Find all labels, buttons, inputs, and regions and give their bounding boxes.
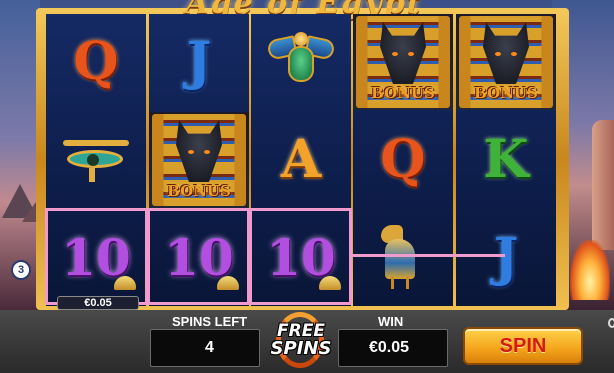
eye-of-horus-icon — [59, 140, 133, 182]
falcon-icon — [375, 225, 431, 291]
symbol-bonus: BONUS — [149, 112, 249, 208]
spins-left-label: SPINS LEFT — [172, 314, 248, 329]
anubis-icon: BONUS — [459, 16, 553, 108]
symbol-scarab — [251, 14, 351, 110]
fan-icon — [217, 276, 239, 290]
bonus-label: BONUS — [371, 84, 435, 102]
bonus-label: BONUS — [474, 84, 538, 102]
win-value: €0.05 — [369, 339, 410, 356]
fan-icon — [114, 276, 136, 290]
bonus-label: BONUS — [167, 182, 231, 200]
symbol-a-label: A — [280, 129, 322, 190]
spins-left-display: 4 — [150, 329, 260, 367]
symbol-ten-label: 10 — [164, 228, 234, 287]
symbol-j-label: J — [493, 227, 519, 288]
symbol-ten-label: 10 — [266, 228, 336, 287]
reel-4: BONUS Q — [353, 14, 453, 306]
symbol-k: K — [456, 112, 556, 208]
reel-1: Q 10 — [46, 14, 146, 306]
payline — [352, 254, 505, 257]
symbol-ten: 10 — [149, 210, 249, 306]
symbol-j: J — [456, 210, 556, 306]
win-label: WIN — [378, 314, 404, 329]
free-spins-line2: SPINS — [270, 337, 332, 359]
symbol-a: A — [251, 112, 351, 208]
reel-5: BONUS K J — [456, 14, 556, 306]
symbol-falcon — [353, 210, 453, 306]
spin-button[interactable]: SPIN — [463, 327, 583, 365]
symbol-ten: 10 — [46, 210, 146, 306]
fan-icon — [319, 276, 341, 290]
symbol-eye-of-horus — [46, 112, 146, 208]
torch-fire-image — [570, 240, 610, 300]
symbol-q-label: Q — [380, 129, 426, 190]
reel-2: J BONUS 10 — [149, 14, 249, 306]
anubis-icon: BONUS — [152, 114, 246, 206]
scarab-icon — [266, 32, 336, 92]
symbol-j-label: J — [186, 31, 212, 92]
menu-icon[interactable] — [608, 318, 614, 328]
symbol-q: Q — [46, 14, 146, 110]
anubis-icon: BONUS — [356, 16, 450, 108]
free-spins-line1: FREE — [277, 320, 325, 341]
symbol-j: J — [149, 14, 249, 110]
game-title: Age of Egypt — [185, 0, 423, 21]
symbol-ten-label: 10 — [61, 228, 131, 287]
symbol-bonus: BONUS — [456, 14, 556, 110]
symbol-ten: 10 — [251, 210, 351, 306]
symbol-bonus: BONUS — [353, 14, 453, 110]
spins-left-value: 4 — [205, 339, 214, 356]
free-spins-logo: FREE SPINS — [256, 310, 346, 370]
symbol-k-label: K — [483, 129, 529, 190]
payline-win-amount: €0.05 — [57, 296, 139, 310]
statue-image — [592, 120, 614, 250]
symbol-q: Q — [353, 112, 453, 208]
payline-number-badge: 3 — [11, 260, 31, 280]
reel-3: A 10 — [251, 14, 351, 306]
symbol-q-label: Q — [73, 31, 119, 92]
win-display: €0.05 — [338, 329, 448, 367]
